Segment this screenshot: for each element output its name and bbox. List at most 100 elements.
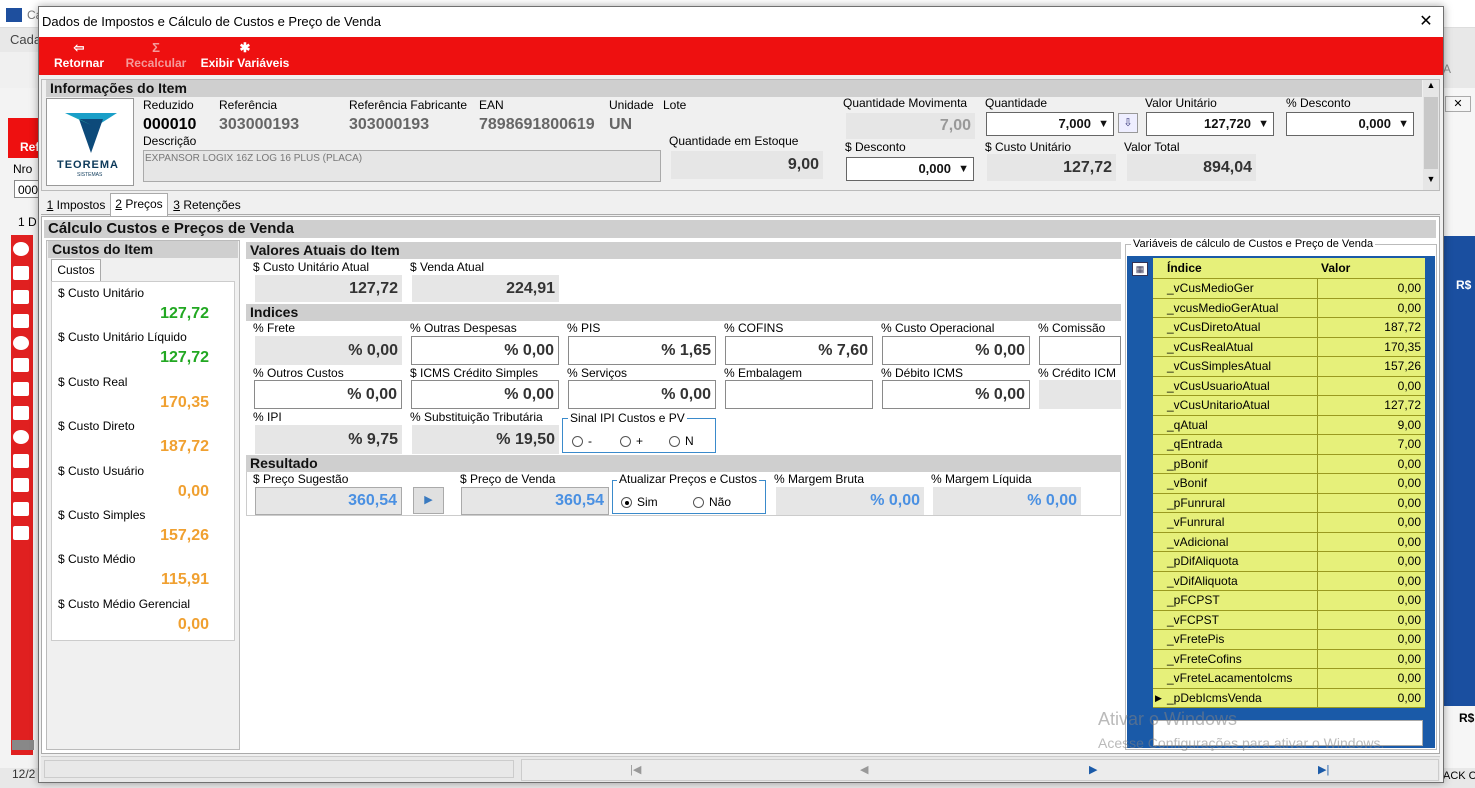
bg-tab-1d[interactable]: 1 D: [18, 215, 37, 229]
var-value: 0,00: [1397, 671, 1421, 685]
bg-nro-value: 000: [18, 183, 39, 197]
tools-icon[interactable]: [13, 478, 29, 492]
recalcular-label: Recalcular: [125, 56, 187, 70]
bg-toolbar: [0, 52, 40, 88]
custo-item-label: $ Custo Médio: [58, 552, 136, 567]
pct-desc-combo[interactable]: 0,000 ▼: [1286, 112, 1414, 136]
calc-icon[interactable]: [13, 454, 29, 468]
custos-tab[interactable]: Custos: [51, 259, 101, 281]
table-row[interactable]: _pFCPST 0,00: [1153, 591, 1425, 611]
vars-grid-header: Índice Valor: [1153, 258, 1425, 279]
next-record-icon[interactable]: ▶: [1089, 763, 1097, 776]
pis-input[interactable]: % 1,65: [568, 336, 716, 365]
credito-icms-label: % Crédito ICM: [1038, 366, 1117, 380]
table-row[interactable]: _vFreteLacamentoIcms 0,00: [1153, 669, 1425, 689]
table-row[interactable]: _qAtual 9,00: [1153, 415, 1425, 435]
ipi-value: % 9,75: [255, 425, 402, 454]
atualizar-nao-radio[interactable]: Não: [693, 495, 731, 509]
icms-simples-input[interactable]: % 0,00: [411, 380, 559, 409]
flag-icon[interactable]: [13, 502, 29, 516]
tab-retencoes[interactable]: 3 Retenções: [171, 196, 243, 215]
bg-close-mdi[interactable]: ✕: [1445, 96, 1471, 112]
book-icon[interactable]: [13, 382, 29, 396]
var-value: 0,00: [1397, 690, 1421, 705]
var-value: 0,00: [1397, 651, 1421, 666]
last-record-icon[interactable]: ▶|: [1318, 763, 1329, 776]
document-icon[interactable]: [13, 266, 29, 280]
quantidade-value: 7,000: [1058, 116, 1091, 131]
item-scroll-up[interactable]: ▲: [1423, 80, 1439, 96]
col-valor-header[interactable]: Valor: [1321, 258, 1350, 279]
valor-unit-combo[interactable]: 127,720 ▼: [1146, 112, 1274, 136]
var-value: 0,00: [1397, 515, 1421, 529]
item-scroll-thumb[interactable]: [1424, 97, 1438, 169]
sinal-minus-radio[interactable]: -: [572, 434, 592, 448]
info-icon[interactable]: [13, 336, 29, 350]
table-row[interactable]: _vFreteCofins 0,00: [1153, 649, 1425, 669]
cofins-input[interactable]: % 7,60: [725, 336, 873, 365]
table-row[interactable]: _vFCPST 0,00: [1153, 610, 1425, 630]
vars-grid-icon[interactable]: ▦: [1132, 262, 1148, 276]
table-row[interactable]: _vFunrural 0,00: [1153, 513, 1425, 533]
table-row[interactable]: _qEntrada 7,00: [1153, 435, 1425, 455]
embalagem-input[interactable]: [725, 380, 873, 409]
tab-precos[interactable]: 2 Preços: [110, 193, 168, 216]
table-row[interactable]: _vCusUsuarioAtual 0,00: [1153, 376, 1425, 396]
home-icon[interactable]: [13, 242, 29, 256]
table-row[interactable]: _vDifAliquota 0,00: [1153, 571, 1425, 591]
prev-record-icon[interactable]: ◀: [860, 763, 868, 776]
gear-icon[interactable]: [13, 430, 29, 444]
item-scroll-down[interactable]: ▼: [1423, 174, 1439, 190]
report-icon[interactable]: [13, 290, 29, 304]
table-row[interactable]: _vCusDiretoAtual 187,72: [1153, 318, 1425, 338]
apply-suggestion-button[interactable]: ▶: [413, 487, 444, 514]
col-indice-header[interactable]: Índice: [1167, 258, 1202, 279]
basket-icon[interactable]: [13, 314, 29, 328]
outros-custos-input[interactable]: % 0,00: [254, 380, 402, 409]
table-row[interactable]: _vBonif 0,00: [1153, 474, 1425, 494]
play-icon: ▶: [424, 494, 433, 506]
sinal-plus-radio[interactable]: +: [620, 434, 643, 448]
tab-impostos[interactable]: 1 Impostos: [44, 196, 108, 215]
venda-value[interactable]: 360,54: [461, 487, 609, 515]
custo-item-value: 157,26: [160, 527, 209, 544]
close-icon[interactable]: ✕: [1416, 11, 1436, 31]
table-icon[interactable]: [13, 358, 29, 372]
table-row[interactable]: _pDebIcmsVenda 0,00 ▶: [1153, 688, 1425, 708]
atualizar-sim-radio[interactable]: Sim: [621, 495, 658, 509]
copy-icon[interactable]: [13, 526, 29, 540]
exibir-variaveis-button[interactable]: ✱ Exibir Variáveis: [196, 40, 294, 74]
custos-header: Custos do Item: [48, 241, 238, 258]
outras-input[interactable]: % 0,00: [411, 336, 559, 365]
servicos-input[interactable]: % 0,00: [568, 380, 716, 409]
table-row[interactable]: _vCusSimplesAtual 157,26: [1153, 357, 1425, 377]
table-row[interactable]: _vCusRealAtual 170,35: [1153, 337, 1425, 357]
table-row[interactable]: _vAdicional 0,00: [1153, 532, 1425, 552]
descricao-value: EXPANSOR LOGIX 16Z LOG 16 PLUS (PLACA): [145, 153, 363, 164]
filter-icon[interactable]: ⇩: [1118, 113, 1138, 133]
table-row[interactable]: _vCusMedioGer 0,00: [1153, 279, 1425, 299]
pis-label: % PIS: [567, 321, 601, 335]
recalcular-button[interactable]: Σ Recalcular: [122, 40, 190, 74]
quantidade-combo[interactable]: 7,000 ▼: [986, 112, 1114, 136]
table-row[interactable]: _pDifAliquota 0,00: [1153, 552, 1425, 572]
bg-keyboard-icon[interactable]: [12, 740, 34, 750]
debito-icms-input[interactable]: % 0,00: [882, 380, 1030, 409]
indices-header: Indices: [246, 304, 1121, 321]
var-value: 170,35: [1384, 339, 1421, 354]
retornar-button[interactable]: ⇦ Retornar: [50, 40, 108, 74]
table-row[interactable]: _pFunrural 0,00: [1153, 493, 1425, 513]
grid-icon[interactable]: [13, 406, 29, 420]
table-row[interactable]: _vcusMedioGerAtual 0,00: [1153, 298, 1425, 318]
sinal-n-radio[interactable]: N: [669, 434, 694, 448]
table-row[interactable]: _vFretePis 0,00: [1153, 630, 1425, 650]
return-arrow-icon: ⇦: [73, 40, 85, 55]
bg-cadastro-menu[interactable]: Cada: [10, 32, 41, 47]
table-row[interactable]: _pBonif 0,00: [1153, 454, 1425, 474]
table-row[interactable]: _vCusUnitarioAtual 127,72: [1153, 396, 1425, 416]
first-record-icon[interactable]: |◀: [630, 763, 641, 776]
comissao-input[interactable]: [1039, 336, 1121, 365]
credito-icms-value: [1039, 380, 1121, 409]
custo-op-input[interactable]: % 0,00: [882, 336, 1030, 365]
desc-combo[interactable]: 0,000 ▼: [846, 157, 974, 181]
